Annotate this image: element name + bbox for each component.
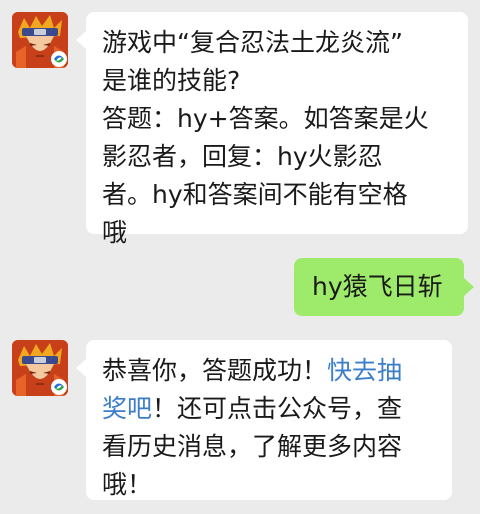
message-text: hy猿飞日斩 bbox=[312, 272, 443, 301]
message-text-line: 恭喜你，答题成功！快去抽 bbox=[102, 352, 438, 390]
message-text-line: 影忍者，回复：hy火影忍 bbox=[102, 142, 383, 171]
message-text-line: 答题：hy+答案。如答案是火 bbox=[102, 104, 429, 133]
message-text-line: 游戏中“复合忍法土龙炎流” bbox=[102, 28, 403, 57]
lottery-link[interactable]: 奖吧 bbox=[102, 394, 152, 423]
message-bubble: 游戏中“复合忍法土龙炎流” 是谁的技能? 答题：hy+答案。如答案是火 影忍者，… bbox=[76, 12, 468, 247]
message-text-line: 看历史消息，了解更多内容 bbox=[102, 432, 403, 461]
message-bubble: 恭喜你，答题成功！快去抽 奖吧！还可点击公众号，查 看历史消息，了解更多内容 哦… bbox=[76, 340, 452, 500]
chat-area: 游戏中“复合忍法土龙炎流” 是谁的技能? 答题：hy+答案。如答案是火 影忍者，… bbox=[0, 0, 480, 514]
message-text-line: 是谁的技能? bbox=[102, 66, 241, 95]
naruto-avatar-icon bbox=[12, 340, 68, 396]
naruto-avatar-icon bbox=[12, 12, 68, 68]
message-text-line: 者。hy和答案间不能有空格 bbox=[102, 180, 408, 209]
message-text: ！还可点击公众号，查 bbox=[152, 394, 403, 423]
message-text-line: 奖吧！还可点击公众号，查 bbox=[102, 390, 438, 428]
message-text: 恭喜你，答题成功！ bbox=[102, 356, 328, 385]
message-text-line: 哦 bbox=[102, 218, 128, 247]
lottery-link[interactable]: 快去抽 bbox=[327, 356, 402, 385]
avatar[interactable] bbox=[12, 340, 68, 396]
message-bubble: hy猿飞日斩 bbox=[294, 258, 474, 316]
avatar[interactable] bbox=[12, 12, 68, 68]
message-text-line: 哦！ bbox=[102, 470, 153, 499]
